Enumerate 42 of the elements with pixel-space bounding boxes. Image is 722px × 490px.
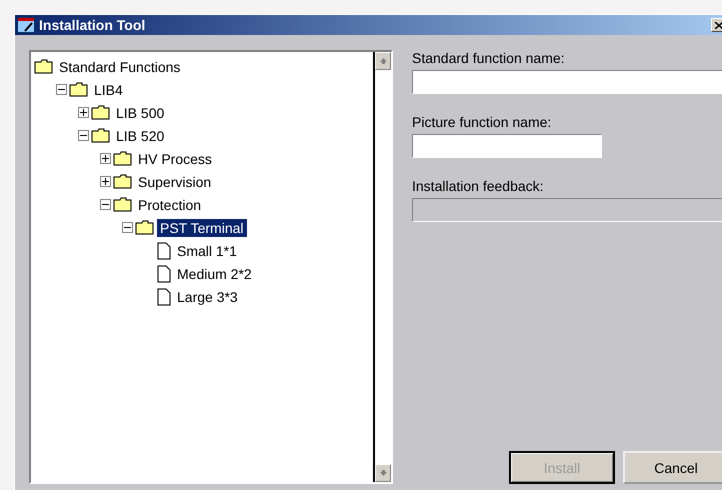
document-icon <box>157 242 171 260</box>
folder-icon <box>135 220 154 235</box>
folder-icon <box>34 59 53 74</box>
tree-item[interactable]: HV Process <box>135 150 215 168</box>
scroll-up-button[interactable] <box>375 52 391 70</box>
down-arrow-icon <box>380 470 386 476</box>
collapse-icon[interactable] <box>56 84 67 95</box>
collapse-icon[interactable] <box>78 130 89 141</box>
expand-icon[interactable] <box>78 107 89 118</box>
tree-item[interactable]: LIB 520 <box>113 126 168 144</box>
scroll-down-button[interactable] <box>375 464 391 482</box>
tree-item[interactable]: LIB 500 <box>113 104 168 122</box>
up-arrow-icon <box>380 58 386 64</box>
collapse-icon[interactable] <box>122 222 133 233</box>
expand-icon[interactable] <box>100 176 111 187</box>
close-icon <box>715 22 722 28</box>
folder-icon <box>113 151 132 166</box>
input-field[interactable] <box>412 70 722 94</box>
tree-item[interactable]: LIB4 <box>91 80 126 98</box>
field-label: Picture function name: <box>412 114 552 130</box>
document-icon <box>157 288 171 306</box>
tree-item[interactable]: Protection <box>135 196 204 214</box>
folder-icon <box>91 128 110 143</box>
collapse-icon[interactable] <box>100 199 111 210</box>
tree-item[interactable]: Standard Functions <box>56 58 184 76</box>
folder-icon <box>113 174 132 189</box>
window-title: Installation Tool <box>39 17 146 33</box>
folder-icon <box>69 82 88 97</box>
tree-item[interactable]: Medium 2*2 <box>174 264 255 282</box>
folder-icon <box>91 105 110 120</box>
tree-item[interactable]: PST Terminal <box>157 218 247 236</box>
tree-item[interactable]: Large 3*3 <box>174 288 241 306</box>
app-icon <box>17 17 35 33</box>
field-label: Standard function name: <box>412 50 566 66</box>
tree-item[interactable]: Small 1*1 <box>174 242 240 260</box>
input-field[interactable] <box>412 134 602 158</box>
field-label: Installation feedback: <box>412 178 545 194</box>
expand-icon[interactable] <box>100 153 111 164</box>
cancel-button[interactable]: Cancel <box>623 451 722 484</box>
tree-item[interactable]: Supervision <box>135 172 214 190</box>
document-icon <box>157 264 171 282</box>
folder-icon <box>113 197 132 212</box>
